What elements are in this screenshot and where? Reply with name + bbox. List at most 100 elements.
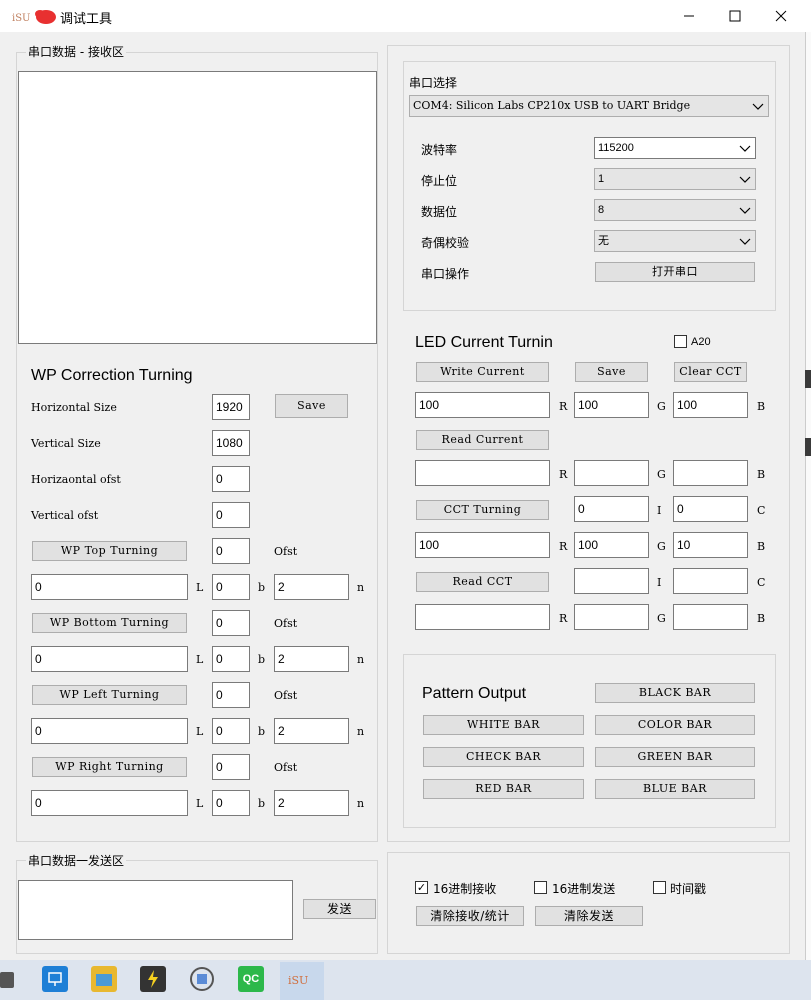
wp-top-turning-button[interactable]: WP Top Turning: [32, 541, 187, 561]
chip-icon[interactable]: [0, 972, 14, 988]
led-save-button[interactable]: Save: [575, 362, 648, 382]
wp-bottom-ofst-input[interactable]: 0: [212, 610, 250, 636]
hex-send-checkbox[interactable]: [534, 881, 547, 894]
cct-c-input[interactable]: 0: [673, 496, 748, 522]
wp-left-b-input[interactable]: 0: [212, 718, 250, 744]
last-g-input[interactable]: [574, 604, 649, 630]
a20-checkbox[interactable]: [674, 335, 687, 348]
write-r-input[interactable]: 100: [415, 392, 550, 418]
close-icon[interactable]: [758, 0, 804, 32]
clear-cct-button[interactable]: Clear CCT: [674, 362, 747, 382]
wp-right-ofst-input[interactable]: 0: [212, 754, 250, 780]
wp-right-b-input[interactable]: 0: [212, 790, 250, 816]
c-label: C: [757, 504, 766, 517]
timestamp-checkbox[interactable]: [653, 881, 666, 894]
read-b-input[interactable]: [673, 460, 748, 486]
hex-send-label: 16进制发送: [552, 882, 616, 896]
maximize-icon[interactable]: [712, 0, 758, 32]
data-select[interactable]: 8: [594, 199, 756, 221]
baud-select[interactable]: 115200: [594, 137, 756, 159]
app-logo-icon: iSU: [12, 8, 56, 26]
wp-bottom-b-input[interactable]: 0: [212, 646, 250, 672]
red-bar-button[interactable]: RED BAR: [423, 779, 584, 799]
hex-receive-checkbox[interactable]: ✓: [415, 881, 428, 894]
green-bar-button[interactable]: GREEN BAR: [595, 747, 755, 767]
send-textarea[interactable]: [18, 880, 293, 940]
cct-i-input[interactable]: 0: [574, 496, 649, 522]
cct-b-output[interactable]: 10: [673, 532, 748, 558]
pattern-heading: Pattern Output: [422, 685, 527, 702]
black-bar-button[interactable]: BLACK BAR: [595, 683, 755, 703]
wp-right-n-input[interactable]: 2: [274, 790, 349, 816]
horizontal-ofst-input[interactable]: 0: [212, 466, 250, 492]
n-label: n: [357, 797, 365, 810]
receive-textarea[interactable]: [18, 71, 377, 344]
horizontal-size-input[interactable]: 1920: [212, 394, 250, 420]
clear-send-button[interactable]: 清除发送: [535, 906, 643, 926]
background-strip: [805, 438, 811, 456]
ofst-label: Ofst: [274, 545, 298, 558]
wp-top-b-input[interactable]: 0: [212, 574, 250, 600]
wp-bottom-l-input[interactable]: 0: [31, 646, 188, 672]
serial-heading: 串口选择: [409, 76, 458, 90]
blue-bar-button[interactable]: BLUE BAR: [595, 779, 755, 799]
tool-icon[interactable]: iSU: [287, 966, 313, 992]
wp-top-l-input[interactable]: 0: [31, 574, 188, 600]
write-b-input[interactable]: 100: [673, 392, 748, 418]
check-bar-button[interactable]: CHECK BAR: [423, 747, 584, 767]
svg-text:iSU: iSU: [12, 13, 30, 24]
stop-select[interactable]: 1: [594, 168, 756, 190]
white-bar-button[interactable]: WHITE BAR: [423, 715, 584, 735]
last-r-input[interactable]: [415, 604, 550, 630]
cct-turning-button[interactable]: CCT Turning: [416, 500, 549, 520]
read-r-input[interactable]: [415, 460, 550, 486]
b-label: B: [757, 540, 766, 553]
op-label: 串口操作: [421, 267, 470, 281]
write-g-input[interactable]: 100: [574, 392, 649, 418]
cube-icon[interactable]: [189, 966, 215, 992]
folder-icon[interactable]: [91, 966, 117, 992]
read-g-input[interactable]: [574, 460, 649, 486]
b-label: B: [757, 468, 766, 481]
wp-bottom-n-input[interactable]: 2: [274, 646, 349, 672]
read-cct-button[interactable]: Read CCT: [416, 572, 549, 592]
wp-save-button[interactable]: Save: [275, 394, 348, 418]
read-cct-c-input[interactable]: [673, 568, 748, 594]
write-current-button[interactable]: Write Current: [416, 362, 549, 382]
read-current-button[interactable]: Read Current: [416, 430, 549, 450]
last-b-input[interactable]: [673, 604, 748, 630]
cct-r-output[interactable]: 100: [415, 532, 550, 558]
svg-text:iSU: iSU: [288, 974, 308, 987]
wp-bottom-turning-button[interactable]: WP Bottom Turning: [32, 613, 187, 633]
vertical-ofst-input[interactable]: 0: [212, 502, 250, 528]
wp-left-ofst-input[interactable]: 0: [212, 682, 250, 708]
wp-right-turning-button[interactable]: WP Right Turning: [32, 757, 187, 777]
l-label: L: [196, 653, 204, 666]
app-icon[interactable]: [140, 966, 166, 992]
cct-g-output[interactable]: 100: [574, 532, 649, 558]
wp-left-n-input[interactable]: 2: [274, 718, 349, 744]
port-select[interactable]: COM4: Silicon Labs CP210x USB to UART Br…: [409, 95, 769, 117]
wp-top-n-input[interactable]: 2: [274, 574, 349, 600]
parity-select[interactable]: 无: [594, 230, 756, 252]
qc-icon[interactable]: QC: [238, 966, 264, 992]
wp-top-ofst-input[interactable]: 0: [212, 538, 250, 564]
send-group-label: 串口数据一发送区: [26, 852, 127, 869]
minimize-icon[interactable]: [666, 0, 712, 32]
read-cct-i-input[interactable]: [574, 568, 649, 594]
b-label: B: [757, 400, 766, 413]
clear-receive-button[interactable]: 清除接收/统计: [416, 906, 524, 926]
send-button[interactable]: 发送: [303, 899, 376, 919]
vertical-size-input[interactable]: 1080: [212, 430, 250, 456]
wp-left-turning-button[interactable]: WP Left Turning: [32, 685, 187, 705]
c-label: C: [757, 576, 766, 589]
network-icon[interactable]: [42, 966, 68, 992]
background-strip: [805, 370, 811, 388]
wp-right-l-input[interactable]: 0: [31, 790, 188, 816]
color-bar-button[interactable]: COLOR BAR: [595, 715, 755, 735]
g-label: G: [657, 540, 666, 553]
receive-group-label: 串口数据 - 接收区: [26, 43, 126, 60]
wp-left-l-input[interactable]: 0: [31, 718, 188, 744]
open-port-button[interactable]: 打开串口: [595, 262, 755, 282]
baud-label: 波特率: [421, 143, 458, 157]
